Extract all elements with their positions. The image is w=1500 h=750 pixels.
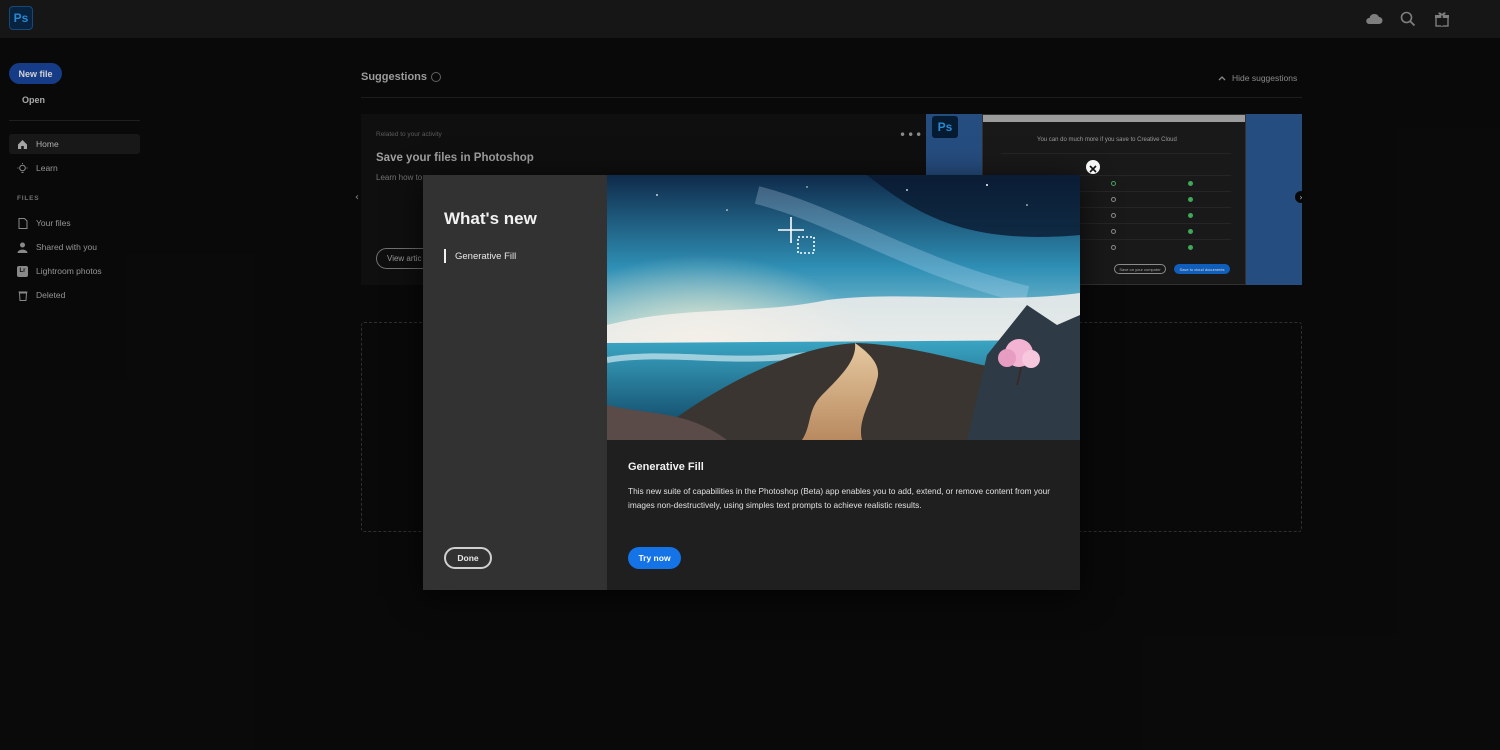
dialog-right-panel: Generative Fill This new suite of capabi… bbox=[607, 175, 1080, 590]
dialog-left-panel: What's new Generative Fill Done bbox=[423, 175, 607, 590]
close-dialog-button[interactable] bbox=[1086, 160, 1100, 174]
whats-new-dialog: What's new Generative Fill Done Generati… bbox=[423, 175, 1080, 590]
feature-title: Generative Fill bbox=[628, 461, 704, 473]
try-now-button[interactable]: Try now bbox=[628, 547, 681, 569]
feature-description: This new suite of capabilities in the Ph… bbox=[628, 486, 1051, 510]
done-button[interactable]: Done bbox=[444, 547, 492, 569]
dialog-heading: What's new bbox=[444, 209, 537, 228]
feature-hero-image bbox=[607, 175, 1080, 440]
close-icon bbox=[1089, 158, 1097, 177]
dialog-nav-item-generative-fill[interactable]: Generative Fill bbox=[444, 249, 516, 263]
